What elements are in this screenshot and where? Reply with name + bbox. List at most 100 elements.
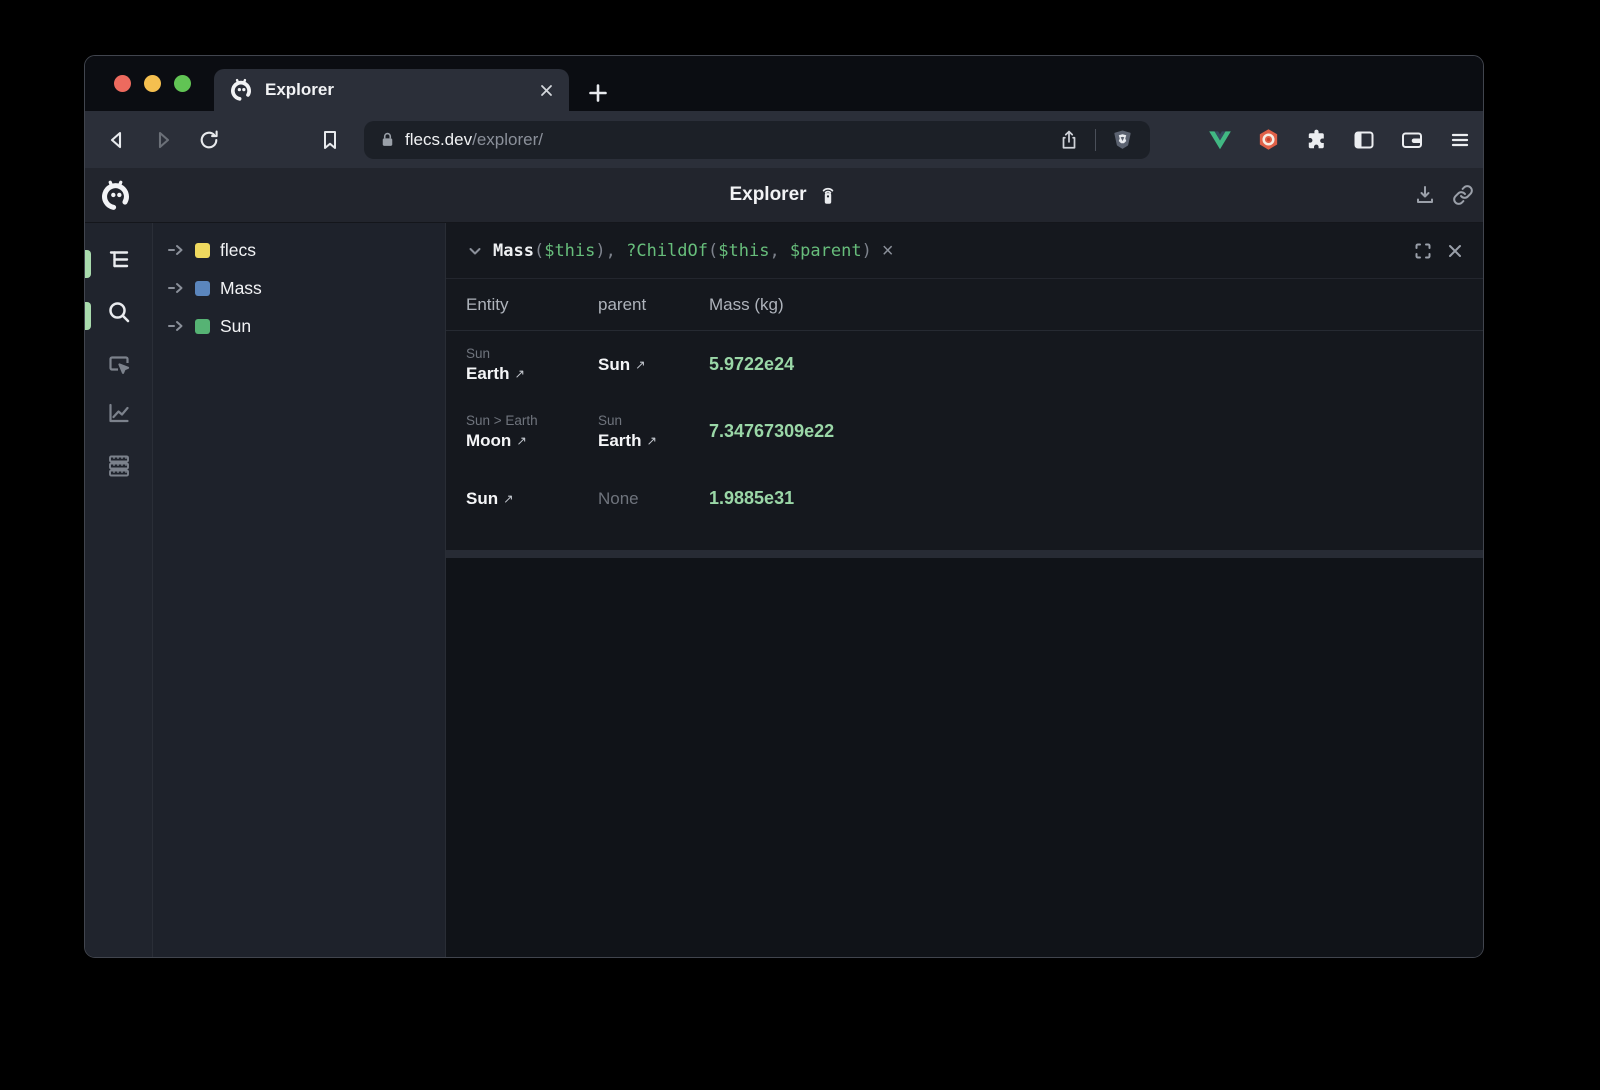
parent-none-value: None [598,489,639,509]
inspector-panel-button[interactable] [99,345,139,385]
sidebar-rail [85,223,153,957]
forward-button[interactable] [145,122,181,158]
page-title: Explorer [729,184,806,206]
url-path: /explorer/ [472,130,543,149]
query-token: ), [595,241,626,261]
active-indicator [85,302,91,330]
external-link-icon: ↗ [503,491,513,506]
url-domain: flecs.dev [405,130,472,149]
share-icon[interactable] [1055,126,1083,154]
lock-icon [378,130,397,149]
back-button[interactable] [99,122,135,158]
entity-path: Sun [598,413,709,428]
stats-panel-button[interactable] [99,393,139,433]
entity-link[interactable]: Earth [598,431,641,451]
tree-item-label[interactable]: Sun [220,316,251,337]
flecs-favicon-icon [228,77,254,103]
table-header: Entity parent Mass (kg) [446,279,1483,331]
query-token: $this [544,241,595,261]
clear-query-icon[interactable]: × [882,241,894,261]
download-icon[interactable] [1411,181,1439,209]
extensions-row [1202,122,1478,158]
expand-arrow-icon[interactable] [166,281,186,295]
hexagon-extension-icon[interactable] [1250,122,1286,158]
tree-panel-button[interactable] [99,240,139,280]
parent-cell: Sun ↗ [598,355,709,375]
parent-cell: Sun Earth↗ [598,413,709,451]
entity-link[interactable]: Earth [466,364,509,384]
parent-cell: None [598,489,709,509]
tree-item-sun[interactable]: Sun [153,307,445,345]
browser-tab[interactable]: Explorer [214,69,569,111]
menu-icon[interactable] [1442,122,1478,158]
entity-cell: Sun > Earth Moon ↗ [466,413,598,451]
maximize-window-button[interactable] [174,75,191,92]
entity-path: Sun [466,346,598,361]
table-row[interactable]: Sun Earth ↗ Sun ↗ 5.9722e24 [446,331,1483,398]
tree-item-label[interactable]: Mass [220,278,262,299]
query-token: ) [862,241,872,261]
entity-cell: Sun Earth ↗ [466,346,598,384]
entity-link[interactable]: Sun [598,355,630,375]
table-row[interactable]: Sun > Earth Moon ↗ Sun Earth↗ 7.34767309e… [446,398,1483,465]
entity-tree-panel: flecs Mass Sun [153,223,446,957]
query-token: ( [534,241,544,261]
tab-title: Explorer [265,80,535,100]
browser-window: Explorer [84,55,1484,958]
column-header-entity: Entity [466,295,598,315]
minimize-window-button[interactable] [144,75,161,92]
query-token: Mass [493,241,534,261]
close-panel-icon[interactable] [1447,243,1463,259]
tree-item-flecs[interactable]: flecs [153,231,445,269]
expand-arrow-icon[interactable] [166,243,186,257]
entity-path: Sun > Earth [466,413,598,428]
brave-shield-icon[interactable] [1108,126,1136,154]
query-header: Mass($this), ?ChildOf($this, $parent) × [446,223,1483,279]
sidebar-toggle-icon[interactable] [1346,122,1382,158]
url-text: flecs.dev/explorer/ [405,130,1055,150]
address-bar[interactable]: flecs.dev/explorer/ [364,121,1150,159]
tab-strip: Explorer [85,56,1483,111]
query-token: $parent [790,241,862,261]
wallet-icon[interactable] [1394,122,1430,158]
entity-color-swatch [195,243,210,258]
query-expression[interactable]: Mass($this), ?ChildOf($this, $parent) [493,241,872,261]
remote-connection-icon[interactable] [817,183,839,207]
entity-cell: Sun ↗ [466,489,598,509]
expand-arrow-icon[interactable] [166,319,186,333]
entity-link[interactable]: Moon [466,431,511,451]
search-panel-button[interactable] [99,292,139,332]
empty-canvas [446,558,1483,957]
results-area: Mass($this), ?ChildOf($this, $parent) × [446,223,1483,957]
flecs-logo-icon[interactable] [98,178,133,213]
query-token: , [769,241,789,261]
entity-link[interactable]: Sun [466,489,498,509]
app-header: Explorer [85,168,1483,223]
active-indicator [85,250,91,278]
tree-item-label[interactable]: flecs [220,240,256,261]
extensions-puzzle-icon[interactable] [1298,122,1334,158]
divider [1095,129,1096,151]
bookmark-icon[interactable] [312,122,348,158]
external-link-icon: ↗ [514,366,524,381]
new-tab-button[interactable] [585,80,611,106]
reload-button[interactable] [191,122,227,158]
query-token: $this [718,241,769,261]
close-window-button[interactable] [114,75,131,92]
table-row[interactable]: Sun ↗ None 1.9885e31 [446,465,1483,532]
mass-value: 1.9885e31 [709,488,1483,509]
external-link-icon: ↗ [516,433,526,448]
external-link-icon: ↗ [635,357,645,372]
panel-resize-handle[interactable] [446,550,1483,558]
vue-devtools-icon[interactable] [1202,122,1238,158]
entity-color-swatch [195,319,210,334]
query-token: ?ChildOf [626,241,708,261]
tab-close-icon[interactable] [535,79,557,101]
mass-value: 7.34767309e22 [709,421,1483,442]
fullscreen-icon[interactable] [1414,242,1432,260]
tree-item-mass[interactable]: Mass [153,269,445,307]
collapse-chevron-icon[interactable] [466,242,484,260]
memory-panel-button[interactable] [99,446,139,486]
mass-value: 5.9722e24 [709,354,1483,375]
permalink-icon[interactable] [1449,181,1477,209]
